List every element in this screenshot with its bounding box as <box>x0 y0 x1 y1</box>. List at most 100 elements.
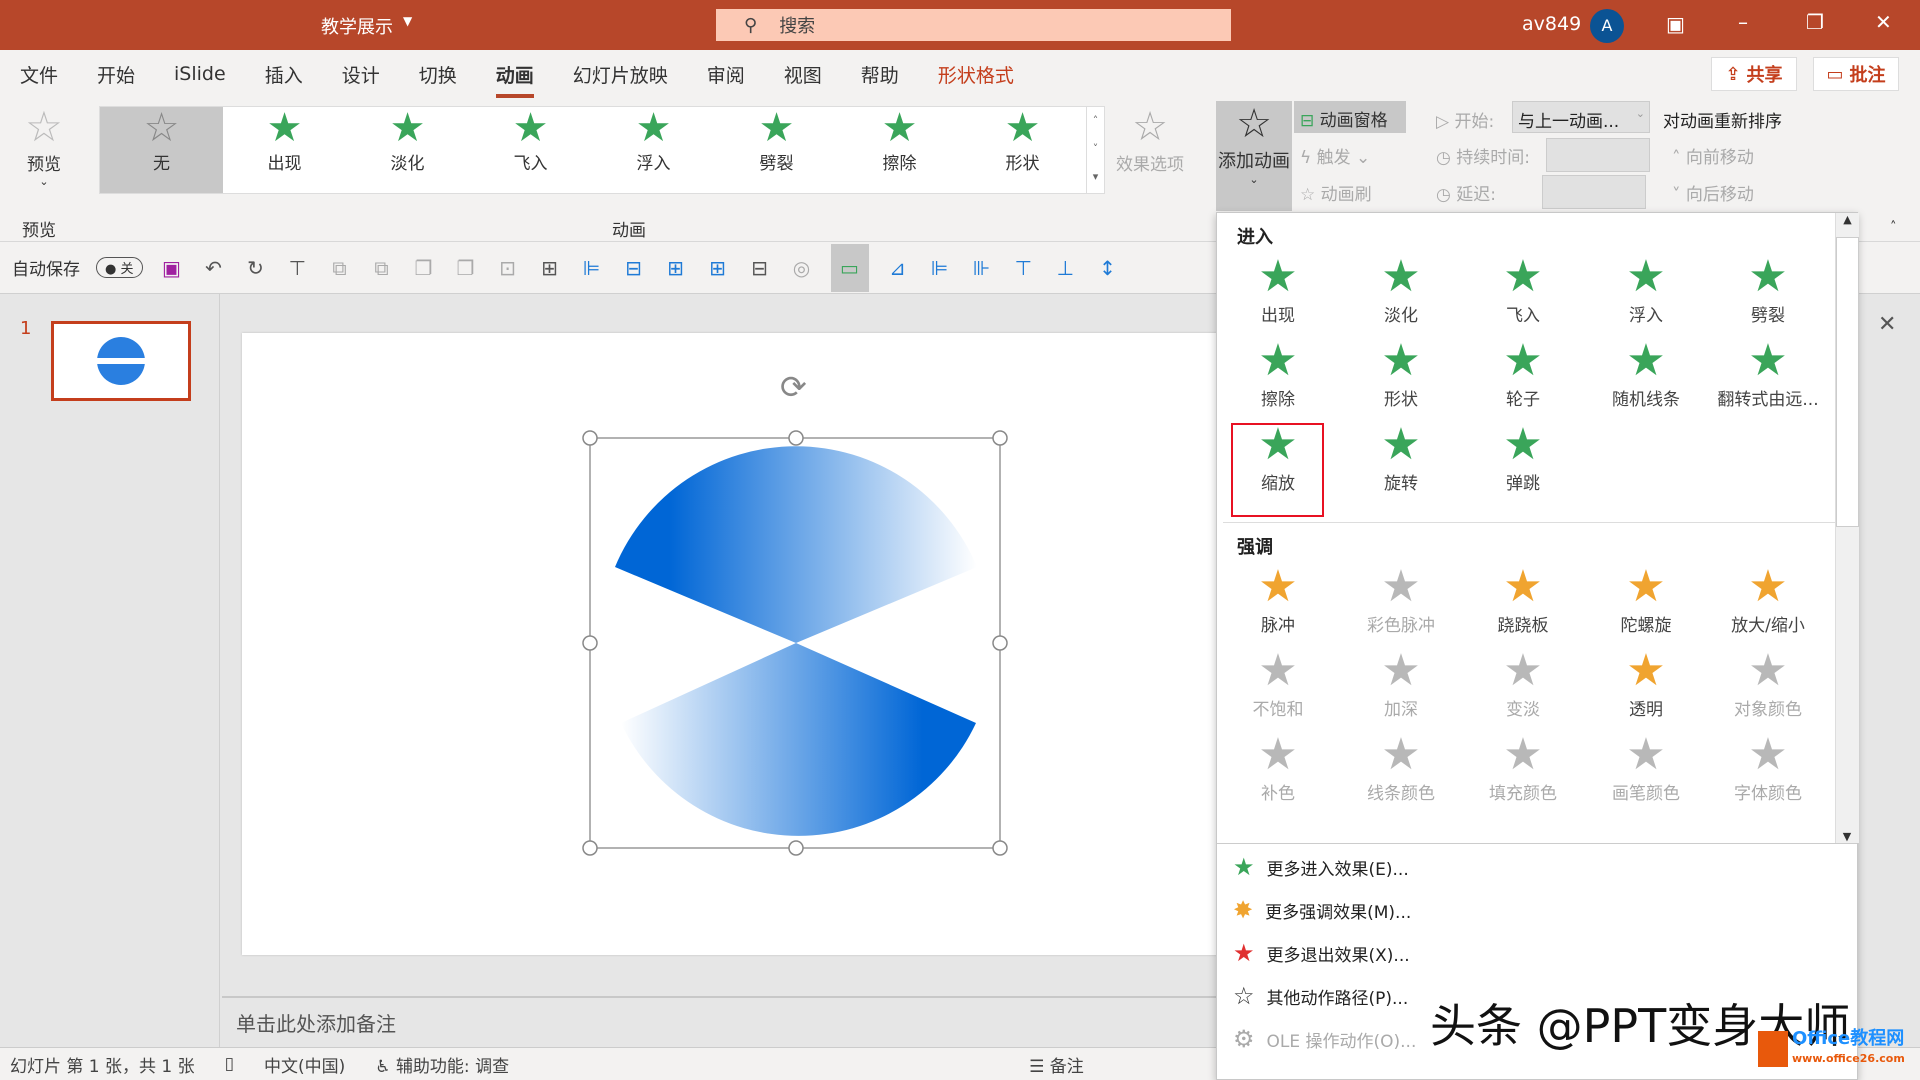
align-middle-icon[interactable]: ⊞ <box>663 255 689 281</box>
tab-file[interactable]: 文件 <box>20 61 58 88</box>
more-exit-effects[interactable]: ★ 更多退出效果(X)... <box>1233 939 1410 967</box>
emph-effect-item[interactable]: ★ 跷跷板 <box>1468 563 1578 637</box>
send-backward-icon[interactable]: ⧉ <box>369 255 395 281</box>
accessibility[interactable]: ♿ 辅助功能: 调查 <box>375 1052 509 1077</box>
gallery-item-appear[interactable]: ★ 出现 <box>223 107 346 205</box>
emph-effect-item[interactable]: ★ 字体颜色 <box>1713 731 1823 805</box>
preview-button[interactable]: ☆ 预览 ⌄ <box>14 104 74 189</box>
enter-effect-item[interactable]: ★ 出现 <box>1223 253 1333 327</box>
ungroup-icon[interactable]: ⊞ <box>537 255 563 281</box>
align-bottom-icon[interactable]: ⊥ <box>1053 255 1079 281</box>
redo-icon[interactable]: ↻ <box>243 255 269 281</box>
enter-effect-item[interactable]: ★ 飞入 <box>1468 253 1578 327</box>
group-icon[interactable]: ⊡ <box>495 255 521 281</box>
distribute-icon[interactable]: ⊞ <box>705 255 731 281</box>
emph-effect-item[interactable]: ★ 补色 <box>1223 731 1333 805</box>
collapse-ribbon-icon[interactable]: ˄ <box>1890 220 1897 235</box>
trigger-button[interactable]: ϟ 触发 ⌄ <box>1300 143 1370 168</box>
align-top-icon[interactable]: ⊤ <box>1011 255 1037 281</box>
gallery-item-float-in[interactable]: ★ 浮入 <box>592 107 715 205</box>
send-back-icon[interactable]: ❐ <box>453 255 479 281</box>
duration-input[interactable] <box>1546 138 1650 172</box>
add-animation-button[interactable]: ☆ 添加动画 ⌄ <box>1216 101 1292 211</box>
merge-shapes-icon[interactable]: ◎ <box>789 255 815 281</box>
enter-effect-item[interactable]: ★ 旋转 <box>1346 421 1456 495</box>
autosave-toggle[interactable]: ● 关 <box>96 257 143 278</box>
emph-effect-item[interactable]: ★ 填充颜色 <box>1468 731 1578 805</box>
notes-area[interactable]: 单击此处添加备注 <box>222 996 1222 1046</box>
enter-effect-item[interactable]: ★ 翻转式由远... <box>1713 337 1823 411</box>
emph-effect-item[interactable]: ★ 彩色脉冲 <box>1346 563 1456 637</box>
scroll-up-icon[interactable]: ▲ <box>1836 213 1859 237</box>
tab-insert[interactable]: 插入 <box>265 61 303 88</box>
enter-effect-item[interactable]: ★ 形状 <box>1346 337 1456 411</box>
tab-animations[interactable]: 动画 <box>495 61 534 98</box>
restore-icon[interactable]: ❐ <box>1806 10 1824 34</box>
emph-effect-item[interactable]: ★ 画笔颜色 <box>1591 731 1701 805</box>
scroll-thumb[interactable] <box>1836 237 1859 527</box>
emph-effect-item[interactable]: ★ 加深 <box>1346 647 1456 721</box>
emph-effect-item[interactable]: ★ 陀螺旋 <box>1591 563 1701 637</box>
align-center-icon[interactable]: ⊟ <box>621 255 647 281</box>
tab-slideshow[interactable]: 幻灯片放映 <box>573 61 668 88</box>
gallery-item-split[interactable]: ★ 劈裂 <box>715 107 838 205</box>
slide-thumbnail[interactable] <box>51 321 191 401</box>
emph-effect-item[interactable]: ★ 变淡 <box>1468 647 1578 721</box>
tab-islide[interactable]: iSlide <box>174 63 226 85</box>
enter-effect-item[interactable]: ★ 弹跳 <box>1468 421 1578 495</box>
animation-pane-button[interactable]: ⊟ 动画窗格 <box>1294 101 1406 133</box>
search-input[interactable]: ⚲ 搜索 <box>716 9 1231 41</box>
emph-effect-item[interactable]: ★ 线条颜色 <box>1346 731 1456 805</box>
move-earlier-button[interactable]: ˄ 向前移动 <box>1672 143 1754 168</box>
more-emphasis-effects[interactable]: ✸ 更多强调效果(M)... <box>1233 896 1411 924</box>
delay-input[interactable] <box>1542 175 1646 209</box>
enter-effect-item[interactable]: ★ 轮子 <box>1468 337 1578 411</box>
more-entrance-effects[interactable]: ★ 更多进入效果(E)... <box>1233 853 1409 881</box>
notes-button[interactable]: ☰ 备注 <box>1029 1052 1084 1077</box>
animation-painter-button[interactable]: ☆ 动画刷 <box>1300 180 1372 205</box>
share-button[interactable]: ⇪ 共享 <box>1711 57 1797 91</box>
dropdown-scrollbar[interactable]: ▲ ▼ <box>1835 213 1859 843</box>
tab-home[interactable]: 开始 <box>97 61 135 88</box>
rotate-handle-icon[interactable]: ⟳ <box>780 368 807 406</box>
enter-effect-item[interactable]: ★ 擦除 <box>1223 337 1333 411</box>
save-icon[interactable]: ▣ <box>159 255 185 281</box>
emph-effect-item[interactable]: ★ 脉冲 <box>1223 563 1333 637</box>
document-title[interactable]: 教学展示 <box>321 13 393 39</box>
bottom-sector-shape[interactable] <box>621 643 976 836</box>
emph-effect-item[interactable]: ★ 对象颜色 <box>1713 647 1823 721</box>
minimize-icon[interactable]: – <box>1738 10 1748 34</box>
gallery-item-fade[interactable]: ★ 淡化 <box>346 107 469 205</box>
align-left-edge-icon[interactable]: ⊫ <box>927 255 953 281</box>
present-icon[interactable]: ⊤ <box>285 255 311 281</box>
gallery-scrollbar[interactable]: ˄ ˅ ▾ <box>1086 107 1104 193</box>
align-vcenter-icon[interactable]: ⊟ <box>747 255 773 281</box>
close-icon[interactable]: ✕ <box>1875 10 1892 34</box>
emph-effect-item[interactable]: ★ 放大/缩小 <box>1713 563 1823 637</box>
gallery-item-none[interactable]: ☆ 无 <box>100 107 223 193</box>
tab-review[interactable]: 审阅 <box>707 61 745 88</box>
enter-effect-item[interactable]: ★ 浮入 <box>1591 253 1701 327</box>
slide-canvas[interactable]: ⟳ <box>242 333 1242 955</box>
tab-view[interactable]: 视图 <box>784 61 822 88</box>
emph-effect-item[interactable]: ★ 不饱和 <box>1223 647 1333 721</box>
tab-design[interactable]: 设计 <box>342 61 380 88</box>
enter-effect-item[interactable]: ★ 劈裂 <box>1713 253 1823 327</box>
align-right-edge-icon[interactable]: ⊪ <box>969 255 995 281</box>
distribute-vertical-icon[interactable]: ↕ <box>1095 255 1121 281</box>
comment-button[interactable]: ▭ 批注 <box>1813 57 1899 91</box>
spellcheck-icon[interactable]: ▯ <box>225 1054 234 1074</box>
avatar[interactable]: A <box>1590 9 1624 43</box>
chevron-down-icon[interactable]: ▼ <box>403 14 412 28</box>
move-later-button[interactable]: ˅ 向后移动 <box>1672 180 1754 205</box>
gallery-item-shape[interactable]: ★ 形状 <box>961 107 1084 205</box>
gallery-item-wipe[interactable]: ★ 擦除 <box>838 107 961 205</box>
enter-effect-item[interactable]: ★ 随机线条 <box>1591 337 1701 411</box>
gallery-item-fly-in[interactable]: ★ 飞入 <box>469 107 592 205</box>
top-sector-shape[interactable] <box>615 446 977 643</box>
start-select[interactable]: 与上一动画... ⌄ <box>1512 101 1650 133</box>
rotate-icon[interactable]: ⊿ <box>885 255 911 281</box>
ribbon-display-icon[interactable]: ▣ <box>1666 12 1685 36</box>
emph-effect-item[interactable]: ★ 透明 <box>1591 647 1701 721</box>
enter-effect-item[interactable]: ★ 淡化 <box>1346 253 1456 327</box>
